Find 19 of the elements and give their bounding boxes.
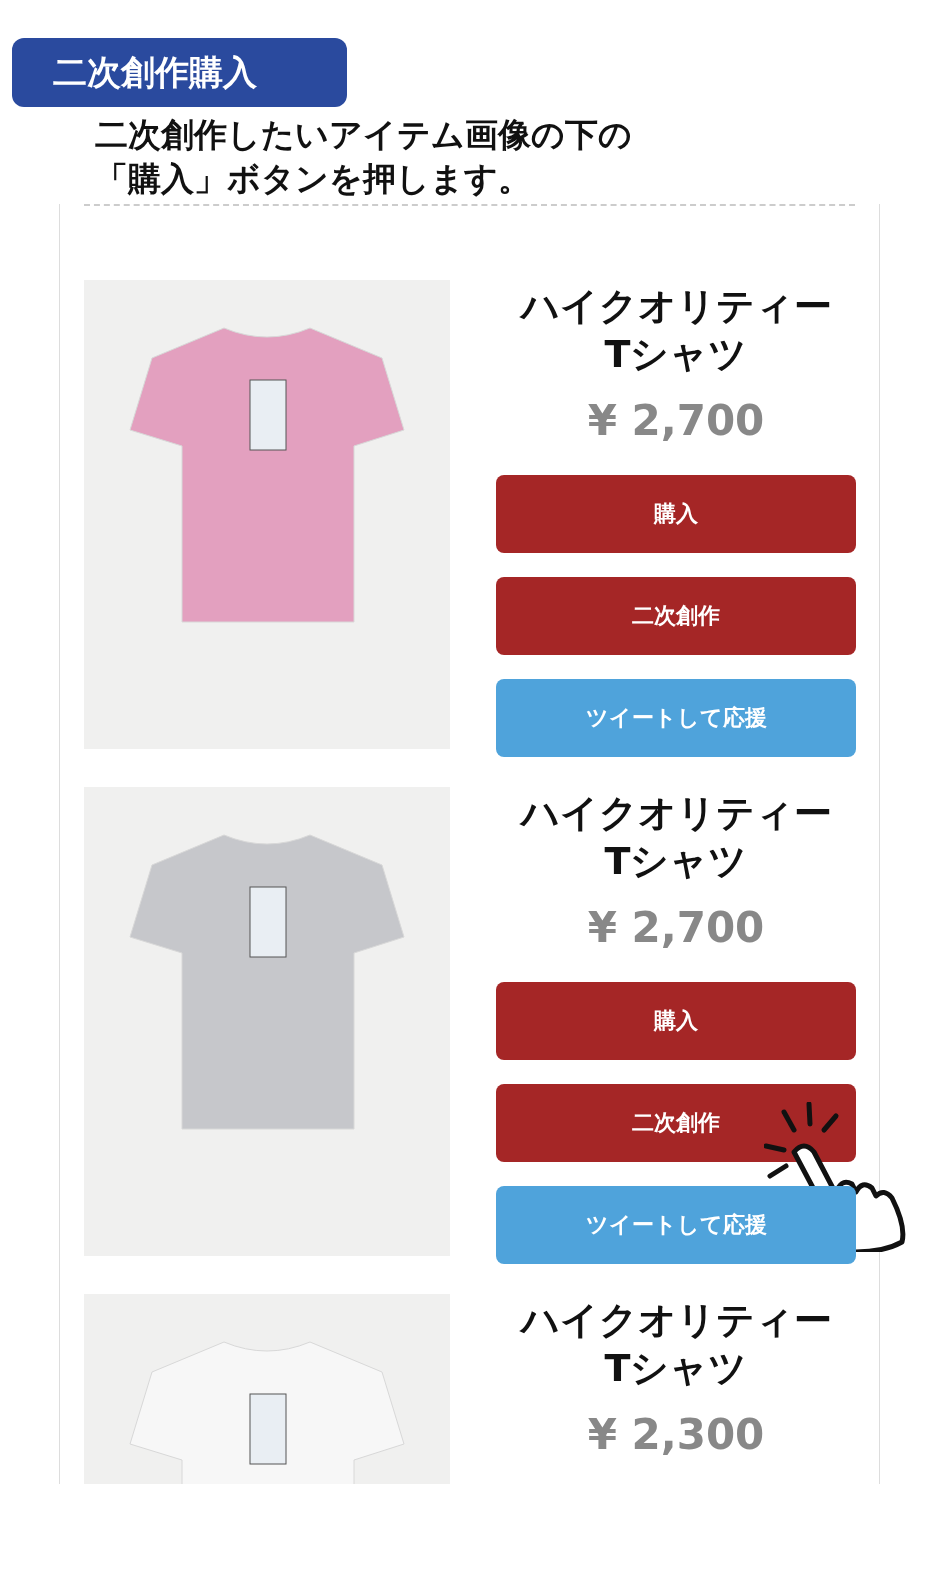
action-button[interactable]: 購入 <box>496 982 856 1060</box>
action-button[interactable]: 二次創作 <box>496 577 856 655</box>
product-price: ¥ 2,700 <box>587 396 765 445</box>
instruction-text: 「購入」ボタンを押します。 <box>95 158 532 200</box>
action-button[interactable]: 二次創作 <box>496 1084 856 1162</box>
product-title: ハイクオリティー <box>520 790 832 837</box>
product-price: ¥ 2,700 <box>587 903 765 952</box>
product-title: Tシャツ <box>603 1345 749 1392</box>
section-badge: 二次創作購入 <box>12 38 347 107</box>
product-title: ハイクオリティー <box>520 1297 832 1344</box>
instruction-text: 二次創作したいアイテム画像の下の <box>95 114 633 156</box>
product-price: ¥ 2,300 <box>587 1410 765 1459</box>
print-placeholder <box>249 1393 287 1465</box>
product-title: Tシャツ <box>603 838 749 885</box>
product-title: ハイクオリティー <box>520 283 832 330</box>
product-title: Tシャツ <box>603 331 749 378</box>
action-button[interactable]: 購入 <box>496 475 856 553</box>
print-placeholder <box>249 379 287 451</box>
print-placeholder <box>249 886 287 958</box>
